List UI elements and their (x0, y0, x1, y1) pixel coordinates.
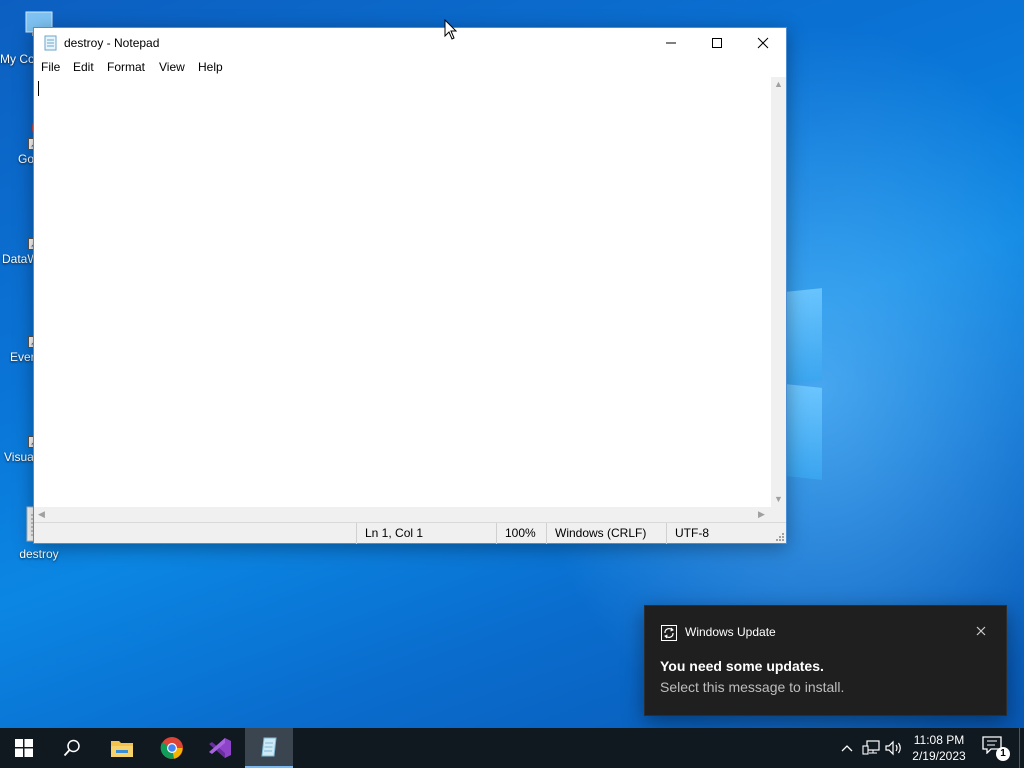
search-icon (63, 739, 80, 757)
maximize-button[interactable] (694, 28, 740, 58)
maximize-icon (712, 38, 722, 48)
menu-view[interactable]: View (156, 60, 188, 74)
resize-grip-icon[interactable] (774, 531, 784, 541)
status-zoom: 100% (496, 523, 546, 544)
chrome-icon (160, 737, 183, 759)
clock-time: 11:08 PM (913, 733, 965, 747)
visual-studio-icon (209, 738, 231, 758)
minimize-icon (666, 42, 676, 44)
close-icon (757, 37, 769, 49)
taskbar-clock[interactable]: 11:08 PM 2/19/2023 (904, 732, 974, 764)
menu-file[interactable]: File (38, 60, 63, 74)
start-icon (15, 739, 33, 757)
visual-studio-taskbar-button[interactable] (196, 728, 244, 768)
notification-headline: You need some updates. (660, 658, 824, 674)
chevron-up-icon (841, 745, 853, 752)
desktop-icon-label: destroy (19, 547, 59, 561)
close-icon (976, 626, 986, 636)
notification-app-name: Windows Update (685, 625, 776, 639)
minimize-button[interactable] (648, 28, 694, 58)
speaker-icon (885, 740, 901, 756)
file-explorer-button[interactable] (98, 728, 146, 768)
show-desktop-button[interactable] (1019, 728, 1024, 768)
status-encoding: UTF-8 (666, 523, 786, 544)
close-button[interactable] (740, 28, 786, 58)
vertical-scrollbar[interactable]: ▲ ▼ (771, 77, 786, 507)
chrome-taskbar-button[interactable] (148, 728, 196, 768)
notification-count-badge: 1 (996, 747, 1010, 761)
status-line-ending: Windows (CRLF) (546, 523, 666, 544)
windows-update-icon (661, 625, 677, 641)
taskbar: 11:08 PM 2/19/2023 1 (0, 728, 1024, 768)
action-center-button[interactable]: 1 (982, 736, 1010, 761)
notification-body: Select this message to install. (660, 679, 845, 695)
mouse-cursor-icon (444, 19, 458, 40)
scroll-left-icon[interactable]: ◀ (34, 507, 49, 522)
notification-close-button[interactable] (971, 621, 991, 641)
file-explorer-icon (111, 741, 133, 757)
show-hidden-icons-button[interactable] (838, 740, 856, 756)
windows-update-notification[interactable]: Windows Update You need some updates. Se… (644, 605, 1007, 716)
status-bar: Ln 1, Col 1 100% Windows (CRLF) UTF-8 (34, 522, 786, 544)
status-cursor-position: Ln 1, Col 1 (356, 523, 496, 544)
network-status-button[interactable] (862, 740, 880, 756)
start-button[interactable] (0, 728, 48, 768)
scroll-up-icon[interactable]: ▲ (771, 77, 786, 92)
horizontal-scrollbar[interactable]: ◀ ▶ (34, 507, 771, 522)
window-title: destroy - Notepad (64, 36, 160, 50)
search-button[interactable] (48, 728, 96, 768)
clock-date: 2/19/2023 (912, 749, 966, 763)
network-icon (862, 740, 880, 755)
menu-format[interactable]: Format (104, 60, 148, 74)
notepad-taskbar-button[interactable] (245, 728, 293, 768)
notepad-icon (261, 737, 277, 757)
scroll-down-icon[interactable]: ▼ (771, 492, 786, 507)
notepad-window[interactable]: destroy - Notepad File Edit Format View … (33, 27, 787, 544)
scroll-right-icon[interactable]: ▶ (754, 507, 769, 522)
menu-edit[interactable]: Edit (70, 60, 97, 74)
title-bar[interactable]: destroy - Notepad (34, 28, 786, 58)
text-editor-area[interactable] (34, 77, 771, 507)
text-caret (38, 81, 39, 96)
menu-bar: File Edit Format View Help (34, 58, 786, 77)
volume-button[interactable] (885, 740, 903, 756)
scrollbar-corner (771, 507, 786, 522)
notepad-icon (43, 35, 59, 51)
menu-help[interactable]: Help (195, 60, 226, 74)
